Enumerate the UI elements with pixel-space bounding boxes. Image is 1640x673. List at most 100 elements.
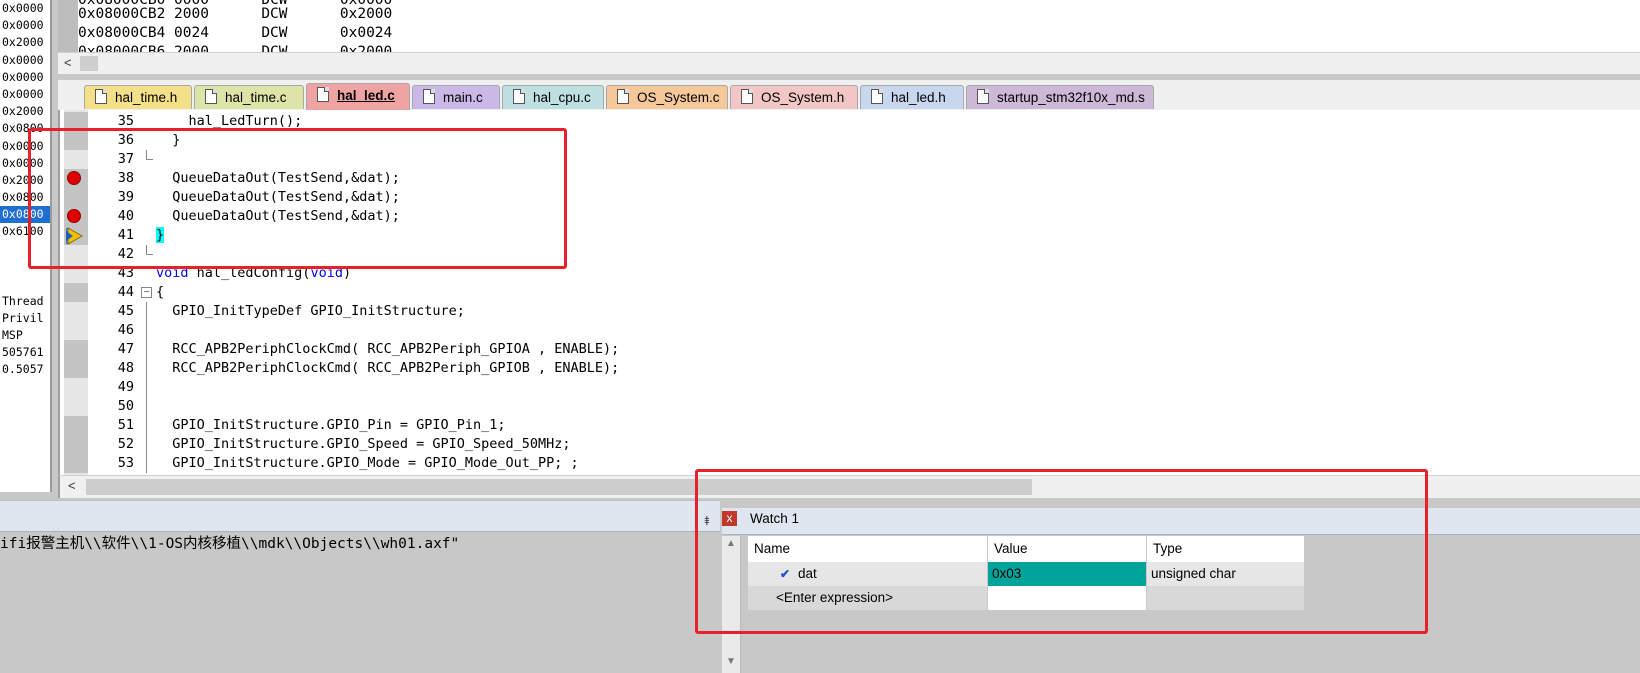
register-value[interactable]: 0x0800 — [0, 189, 50, 206]
pin-icon[interactable]: ⯒ — [704, 512, 710, 534]
line-marker[interactable] — [64, 321, 88, 340]
code-text[interactable]: QueueDataOut(TestSend,&dat); — [156, 169, 400, 188]
code-text[interactable]: RCC_APB2PeriphClockCmd( RCC_APB2Periph_G… — [156, 340, 619, 359]
watch-vscrollbar[interactable]: ▲ ▼ — [722, 536, 741, 673]
matched-brace: } — [156, 227, 165, 243]
code-text[interactable]: QueueDataOut(TestSend,&dat); — [156, 188, 400, 207]
breakpoint-icon[interactable] — [67, 171, 81, 185]
code-text[interactable]: GPIO_InitStructure.GPIO_Mode = GPIO_Mode… — [156, 454, 578, 473]
line-marker[interactable] — [64, 435, 88, 454]
register-value[interactable]: 0x0000 — [0, 138, 50, 155]
register-value[interactable]: 0x0000 — [0, 52, 50, 69]
register-value[interactable]: 0x0000 — [0, 0, 50, 17]
line-marker[interactable] — [64, 416, 88, 435]
code-line[interactable]: 35 hal_LedTurn(); — [60, 112, 1640, 131]
register-value[interactable]: 0x2000 — [0, 34, 50, 51]
column-header-name[interactable]: Name — [748, 536, 988, 562]
code-text[interactable]: hal_LedTurn(); — [156, 112, 303, 131]
enter-expression-cell[interactable]: <Enter expression> — [748, 586, 988, 610]
tab-hal-led-h[interactable]: hal_led.h — [860, 85, 964, 109]
register-value[interactable]: 0x0000 — [0, 155, 50, 172]
code-line[interactable]: 45 GPIO_InitTypeDef GPIO_InitStructure; — [60, 302, 1640, 321]
line-marker[interactable] — [64, 454, 88, 473]
disassembly-hscrollbar[interactable]: < — [58, 52, 1640, 74]
register-value[interactable]: 0x0000 — [0, 17, 50, 34]
watch-value-cell[interactable]: 0x03 — [988, 562, 1147, 586]
code-line[interactable]: 37 — [60, 150, 1640, 169]
disassembly-line[interactable]: 0x08000CB2 2000 DCW 0x2000 — [78, 4, 392, 25]
code-line[interactable]: 36 } — [60, 131, 1640, 150]
code-text[interactable]: QueueDataOut(TestSend,&dat); — [156, 207, 400, 226]
fold-toggle-icon[interactable]: − — [141, 283, 153, 302]
editor-hscrollbar[interactable]: < — [58, 475, 1640, 498]
line-marker[interactable] — [64, 150, 88, 169]
scroll-up-arrow-icon[interactable]: ▲ — [726, 538, 736, 549]
scroll-thumb[interactable] — [80, 56, 98, 71]
line-marker[interactable] — [64, 378, 88, 397]
line-marker[interactable] — [64, 302, 88, 321]
column-header-value[interactable]: Value — [988, 536, 1147, 562]
watch-name-cell[interactable]: ✔ dat — [748, 562, 988, 586]
code-line[interactable]: 42 — [60, 245, 1640, 264]
tab-hal-time-c[interactable]: hal_time.c — [194, 85, 304, 109]
scroll-thumb[interactable] — [86, 479, 1032, 495]
scroll-left-arrow-icon[interactable]: < — [64, 55, 72, 70]
code-text[interactable]: void hal_ledConfig(void) — [156, 264, 351, 283]
code-line[interactable]: 50 — [60, 397, 1640, 416]
line-marker[interactable] — [64, 112, 88, 131]
tab-hal-cpu-c[interactable]: hal_cpu.c — [502, 85, 604, 109]
tab-hal-led-c[interactable]: hal_led.c — [306, 83, 410, 110]
register-value[interactable]: 0x6100 — [0, 223, 50, 240]
register-value[interactable]: 0x0000 — [0, 86, 50, 103]
code-text[interactable]: GPIO_InitStructure.GPIO_Speed = GPIO_Spe… — [156, 435, 570, 454]
disassembly-line[interactable]: 0x08000CB4 0024 DCW 0x0024 — [78, 23, 392, 44]
line-marker[interactable] — [64, 359, 88, 378]
tab-os-system-h[interactable]: OS_System.h — [730, 85, 858, 109]
close-icon[interactable]: x — [722, 511, 737, 526]
code-line[interactable]: 52 GPIO_InitStructure.GPIO_Speed = GPIO_… — [60, 435, 1640, 454]
code-line[interactable]: 46 — [60, 321, 1640, 340]
watch-value-cell[interactable] — [988, 586, 1147, 610]
register-value[interactable]: 0x2000 — [0, 103, 50, 120]
tab-startup-stm32f10x-md-s[interactable]: startup_stm32f10x_md.s — [966, 85, 1154, 109]
code-line[interactable]: 48 RCC_APB2PeriphClockCmd( RCC_APB2Perip… — [60, 359, 1640, 378]
line-number: 35 — [117, 113, 134, 129]
code-line[interactable]: 47 RCC_APB2PeriphClockCmd( RCC_APB2Perip… — [60, 340, 1640, 359]
register-value[interactable]: 0x0800 — [0, 206, 50, 224]
code-text[interactable]: RCC_APB2PeriphClockCmd( RCC_APB2Periph_G… — [156, 359, 619, 378]
scroll-down-arrow-icon[interactable]: ▼ — [726, 656, 736, 667]
disassembly-line[interactable]: 0x08000CB6 2000 DCW 0x2000 — [78, 42, 392, 52]
column-header-type[interactable]: Type — [1147, 536, 1305, 562]
code-line[interactable]: 49 — [60, 378, 1640, 397]
code-text[interactable]: } — [156, 226, 165, 245]
line-marker[interactable] — [64, 188, 88, 207]
line-marker[interactable] — [64, 283, 88, 302]
code-text[interactable]: GPIO_InitTypeDef GPIO_InitStructure; — [156, 302, 465, 321]
scroll-left-arrow-icon[interactable]: < — [68, 478, 76, 493]
register-value[interactable]: 0x0000 — [0, 69, 50, 86]
line-marker[interactable] — [64, 264, 88, 283]
tab-hal-time-h[interactable]: hal_time.h — [84, 85, 192, 109]
code-text[interactable]: } — [156, 131, 180, 150]
checkmark-icon[interactable]: ✔ — [780, 562, 794, 586]
code-text[interactable]: { — [156, 283, 164, 302]
register-value[interactable]: 0x2000 — [0, 172, 50, 189]
code-line[interactable]: 43 void hal_ledConfig(void) — [60, 264, 1640, 283]
code-line[interactable]: 40 QueueDataOut(TestSend,&dat); — [60, 207, 1640, 226]
tab-main-c[interactable]: main.c — [412, 85, 500, 109]
code-text[interactable]: GPIO_InitStructure.GPIO_Pin = GPIO_Pin_1… — [156, 416, 505, 435]
tab-os-system-c[interactable]: OS_System.c — [606, 85, 728, 109]
code-line[interactable]: 51 GPIO_InitStructure.GPIO_Pin = GPIO_Pi… — [60, 416, 1640, 435]
code-line[interactable]: 38 QueueDataOut(TestSend,&dat); — [60, 169, 1640, 188]
line-marker[interactable] — [64, 245, 88, 264]
line-marker[interactable] — [64, 397, 88, 416]
register-value[interactable]: 0x0800 — [0, 120, 50, 137]
code-line[interactable]: 44−{ — [60, 283, 1640, 302]
code-line[interactable]: 53 GPIO_InitStructure.GPIO_Mode = GPIO_M… — [60, 454, 1640, 473]
breakpoint-icon[interactable] — [67, 209, 81, 223]
line-marker[interactable] — [64, 131, 88, 150]
code-line[interactable]: 41} — [60, 226, 1640, 245]
code-line[interactable]: 39 QueueDataOut(TestSend,&dat); — [60, 188, 1640, 207]
code-editor[interactable]: 35 hal_LedTurn(); 36 } 37 38 QueueDataOut(T… — [58, 110, 1640, 475]
line-marker[interactable] — [64, 340, 88, 359]
